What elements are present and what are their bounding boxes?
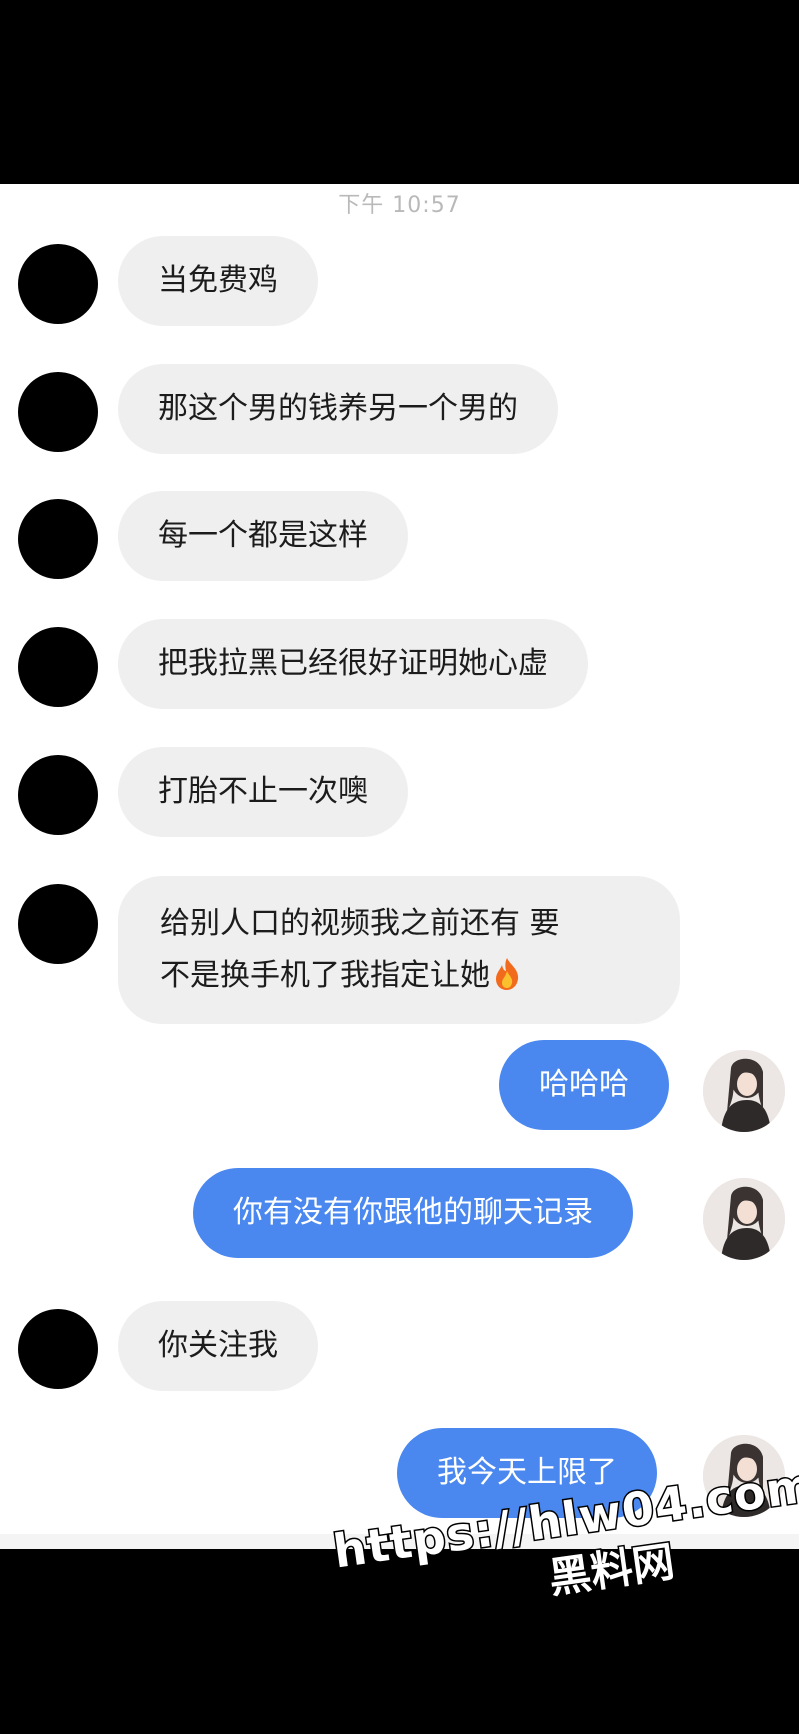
incoming-message-bubble[interactable]: 那这个男的钱养另一个男的 bbox=[118, 364, 558, 454]
message-text: 哈哈哈 bbox=[539, 1067, 629, 1102]
incoming-message-bubble[interactable]: 每一个都是这样 bbox=[118, 491, 408, 581]
message-text: 你有没有你跟他的聊天记录 bbox=[233, 1195, 593, 1230]
message-text: 你关注我 bbox=[158, 1328, 278, 1363]
message-text: 当免费鸡 bbox=[158, 263, 278, 298]
incoming-message-bubble[interactable]: 当免费鸡 bbox=[118, 236, 318, 326]
top-black-bar bbox=[0, 0, 799, 184]
outgoing-message-bubble[interactable]: 哈哈哈 bbox=[499, 1040, 669, 1130]
contact-avatar[interactable] bbox=[18, 755, 98, 835]
message-text: 那这个男的钱养另一个男的 bbox=[158, 391, 518, 426]
chat-thread[interactable]: 下午 10:57 当免费鸡 那这个男的钱养另一个男的 每一个都是这样 把我拉黑已… bbox=[0, 184, 799, 1549]
message-text: 每一个都是这样 bbox=[158, 518, 368, 553]
message-text: 打胎不止一次噢 bbox=[158, 774, 368, 809]
incoming-message-bubble[interactable]: 打胎不止一次噢 bbox=[118, 747, 408, 837]
user-avatar[interactable] bbox=[703, 1178, 785, 1260]
contact-avatar[interactable] bbox=[18, 372, 98, 452]
message-text-line-2: 不是换手机了我指定让她 bbox=[160, 950, 638, 1002]
user-avatar[interactable] bbox=[703, 1050, 785, 1132]
contact-avatar[interactable] bbox=[18, 627, 98, 707]
fire-icon bbox=[492, 956, 522, 990]
message-text: 不是换手机了我指定让她 bbox=[160, 958, 490, 993]
message-text-line-1: 给别人口的视频我之前还有 要 bbox=[160, 906, 560, 941]
incoming-message-bubble[interactable]: 你关注我 bbox=[118, 1301, 318, 1391]
message-timestamp: 下午 10:57 bbox=[338, 193, 461, 218]
contact-avatar[interactable] bbox=[18, 244, 98, 324]
incoming-message-bubble[interactable]: 给别人口的视频我之前还有 要 不是换手机了我指定让她 bbox=[118, 876, 680, 1024]
contact-avatar[interactable] bbox=[18, 884, 98, 964]
message-text: 把我拉黑已经很好证明她心虚 bbox=[158, 646, 548, 681]
incoming-message-bubble[interactable]: 把我拉黑已经很好证明她心虚 bbox=[118, 619, 588, 709]
message-text: 我今天上限了 bbox=[437, 1455, 617, 1490]
contact-avatar[interactable] bbox=[18, 1309, 98, 1389]
contact-avatar[interactable] bbox=[18, 499, 98, 579]
outgoing-message-bubble[interactable]: 你有没有你跟他的聊天记录 bbox=[193, 1168, 633, 1258]
